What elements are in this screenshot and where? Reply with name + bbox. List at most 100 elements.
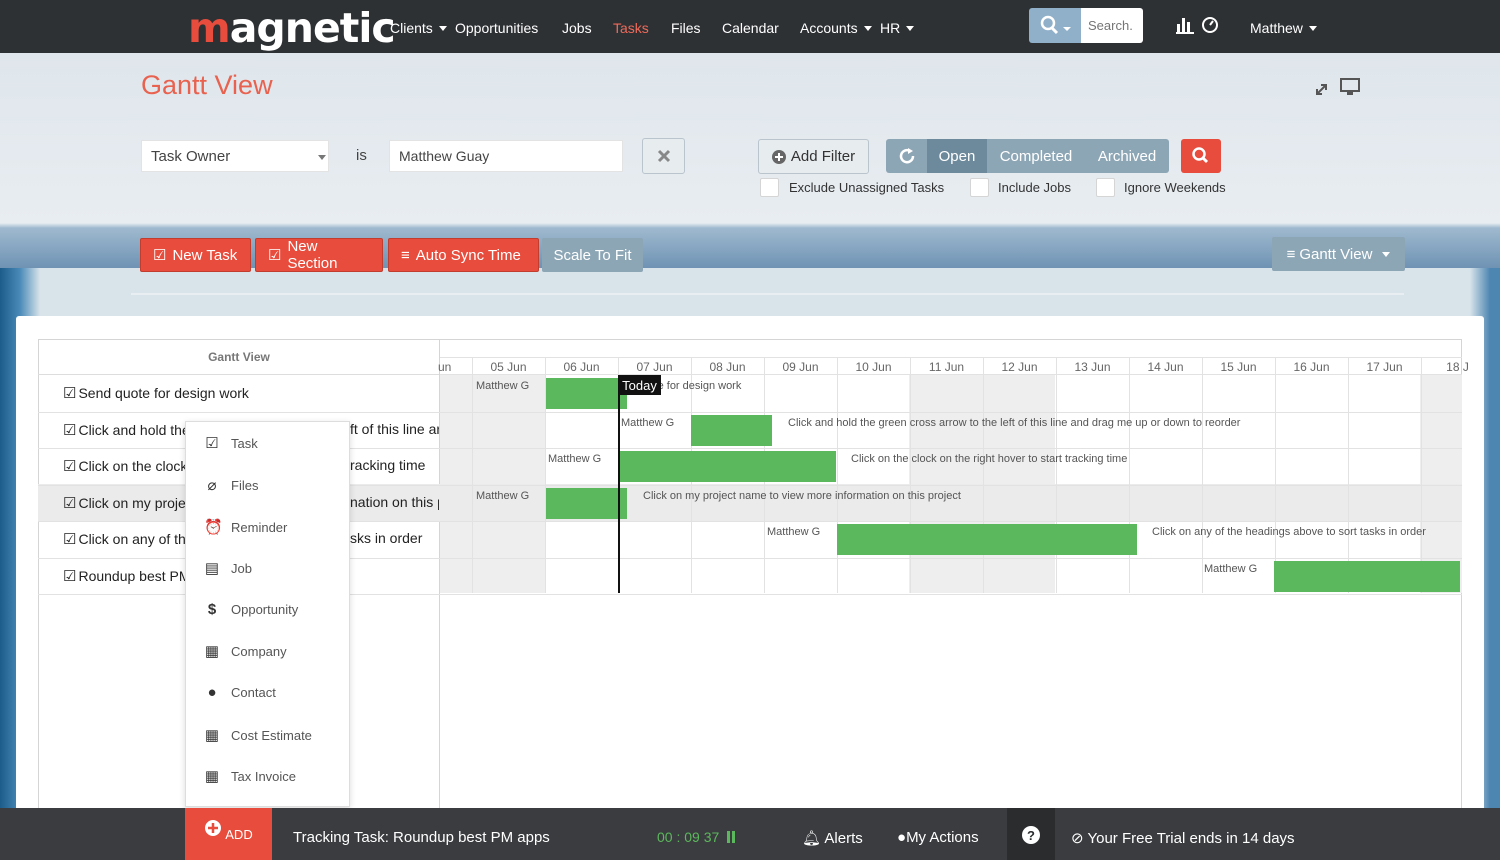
search-input[interactable]	[1081, 8, 1143, 43]
nav-opportunities[interactable]: Opportunities	[455, 20, 538, 36]
checkbox-edit-icon: ☑	[63, 494, 77, 512]
filter-operator: is	[356, 147, 367, 164]
search-button[interactable]	[1029, 8, 1081, 43]
menu-item-cost-estimate[interactable]: ▦ Cost Estimate	[204, 726, 312, 744]
alerts-button[interactable]: 🔔︎ Alerts	[802, 829, 863, 847]
add-menu: ☑ Task ⌀ Files ⏰ Reminder ▤ Job $ Opportunity…	[185, 421, 350, 807]
add-filter-button[interactable]: Add Filter	[758, 139, 869, 174]
checkbox-edit-icon: ☑	[63, 385, 77, 402]
day-label: 05 Jun	[490, 360, 527, 374]
nav-tasks[interactable]: Tasks	[613, 20, 649, 36]
user-menu[interactable]: Matthew	[1250, 20, 1317, 36]
menu-item-job[interactable]: ▤ Job	[204, 559, 252, 577]
menu-item-files[interactable]: ⌀ Files	[204, 476, 258, 494]
fullscreen-icon[interactable]	[1314, 77, 1362, 97]
task-bar[interactable]	[546, 378, 627, 409]
building-icon: ▦	[204, 643, 220, 660]
alarm-clock-icon: ⏰	[204, 519, 223, 536]
help-button[interactable]: ?	[1007, 808, 1055, 860]
menu-item-tax-invoice[interactable]: ▦ Tax Invoice	[204, 767, 296, 785]
day-label: 09 Jun	[782, 360, 819, 374]
menu-item-reminder[interactable]: ⏰ Reminder	[204, 518, 287, 536]
include-jobs-label: Include Jobs	[998, 180, 1071, 195]
new-section-button[interactable]: ☑ New Section	[255, 238, 383, 272]
bar-owner-label: Matthew G	[621, 416, 675, 429]
include-jobs-checkbox[interactable]	[970, 178, 989, 197]
nav-accounts[interactable]: Accounts	[800, 20, 872, 36]
bell-icon: 🔔︎	[802, 830, 822, 847]
day-label: 14 Jun	[1147, 360, 1184, 374]
calculator-icon: ▦	[204, 727, 220, 744]
exclude-unassigned-checkbox[interactable]	[760, 178, 779, 197]
new-task-button[interactable]: ☑ New Task	[140, 238, 251, 272]
refresh-button[interactable]	[886, 139, 927, 173]
menu-item-company[interactable]: ▦ Company	[204, 642, 287, 660]
dollar-icon: $	[207, 601, 217, 618]
task-bar[interactable]	[1274, 560, 1460, 592]
day-label: 06 Jun	[563, 360, 600, 374]
tracking-task-label: Tracking Task: Roundup best PM apps	[293, 829, 550, 846]
bar-owner-label: Matthew G	[767, 526, 821, 538]
bar-task-label: Click and hold the green cross arrow to …	[788, 416, 1241, 429]
nav-clients[interactable]: Clients	[390, 20, 447, 36]
nav-hr[interactable]: HR	[880, 20, 915, 36]
status-open[interactable]: Open	[927, 139, 987, 173]
nav-calendar[interactable]: Calendar	[722, 20, 779, 36]
status-archived[interactable]: Archived	[1085, 139, 1169, 173]
auto-sync-time-button[interactable]: ≡ Auto Sync Time	[388, 238, 539, 272]
close-icon	[657, 149, 670, 163]
bar-task-label: Click on any of the headings above to so…	[1152, 526, 1426, 538]
task-row[interactable]: ☑ Send quote for design work	[63, 384, 439, 402]
filter-value-input[interactable]: Matthew Guay	[389, 140, 623, 172]
add-button[interactable]: ADD	[185, 808, 272, 860]
calculator-icon: ▦	[204, 768, 220, 785]
day-label: 18 J	[1446, 360, 1469, 374]
ignore-weekends-label: Ignore Weekends	[1124, 180, 1226, 195]
chevron-down-icon	[1382, 251, 1391, 257]
day-label: 12 Jun	[1001, 360, 1038, 374]
plus-circle-icon	[205, 820, 222, 836]
nav-jobs[interactable]: Jobs	[562, 20, 592, 36]
menu-item-opportunity[interactable]: $ Opportunity	[204, 601, 298, 618]
search-icon	[1192, 147, 1209, 164]
task-bar[interactable]	[619, 451, 836, 482]
menu-item-task[interactable]: ☑ Task	[204, 434, 257, 452]
day-label: 17 Jun	[1366, 360, 1403, 374]
checkbox-edit-icon: ☑	[63, 421, 77, 439]
task-bar[interactable]	[691, 414, 772, 446]
gantt-column-header[interactable]: Gantt View	[38, 339, 440, 375]
search-filter-button[interactable]	[1181, 139, 1221, 173]
day-label: 10 Jun	[855, 360, 892, 374]
task-bar[interactable]	[837, 524, 1137, 555]
checkbox-edit-icon: ☑	[268, 247, 282, 264]
reports-icon[interactable]	[1176, 15, 1218, 35]
brand-logo[interactable]: magnetic	[188, 4, 396, 52]
tracking-timer: 00 : 09 37	[657, 829, 720, 845]
scale-to-fit-button[interactable]: Scale To Fit	[542, 238, 643, 272]
day-label: 15 Jun	[1220, 360, 1257, 374]
ignore-weekends-checkbox[interactable]	[1096, 178, 1115, 197]
day-label: 11 Jun	[928, 360, 965, 374]
task-name: Roundup best PM	[78, 567, 191, 584]
trial-notice[interactable]: ⊘ Your Free Trial ends in 14 days	[1071, 829, 1295, 847]
task-bar[interactable]	[546, 487, 627, 519]
task-name: Send quote for design work	[78, 385, 249, 401]
day-label: 07 Jun	[636, 360, 673, 374]
refresh-icon	[899, 148, 914, 164]
view-switcher-button[interactable]: ≡ Gantt View	[1272, 237, 1405, 271]
checkbox-edit-icon: ☑	[153, 247, 167, 264]
status-completed[interactable]: Completed	[987, 139, 1085, 173]
nav-files[interactable]: Files	[671, 20, 701, 36]
filter-field-select[interactable]: Task Owner	[141, 140, 329, 172]
bar-task-label: Click on my project name to view more in…	[643, 489, 961, 502]
gantt-icon: ≡	[401, 246, 410, 264]
chevron-down-icon	[1308, 26, 1317, 31]
paperclip-icon: ⌀	[207, 477, 217, 494]
person-icon: ●	[897, 829, 907, 846]
task-name-tail: sks in order	[350, 530, 423, 546]
my-actions-button[interactable]: ●My Actions	[897, 829, 979, 846]
pause-icon[interactable]	[727, 831, 735, 843]
menu-item-contact[interactable]: ● Contact	[204, 684, 275, 701]
task-name-tail: nation on this pi	[350, 493, 439, 510]
clear-filter-button[interactable]	[642, 138, 685, 174]
